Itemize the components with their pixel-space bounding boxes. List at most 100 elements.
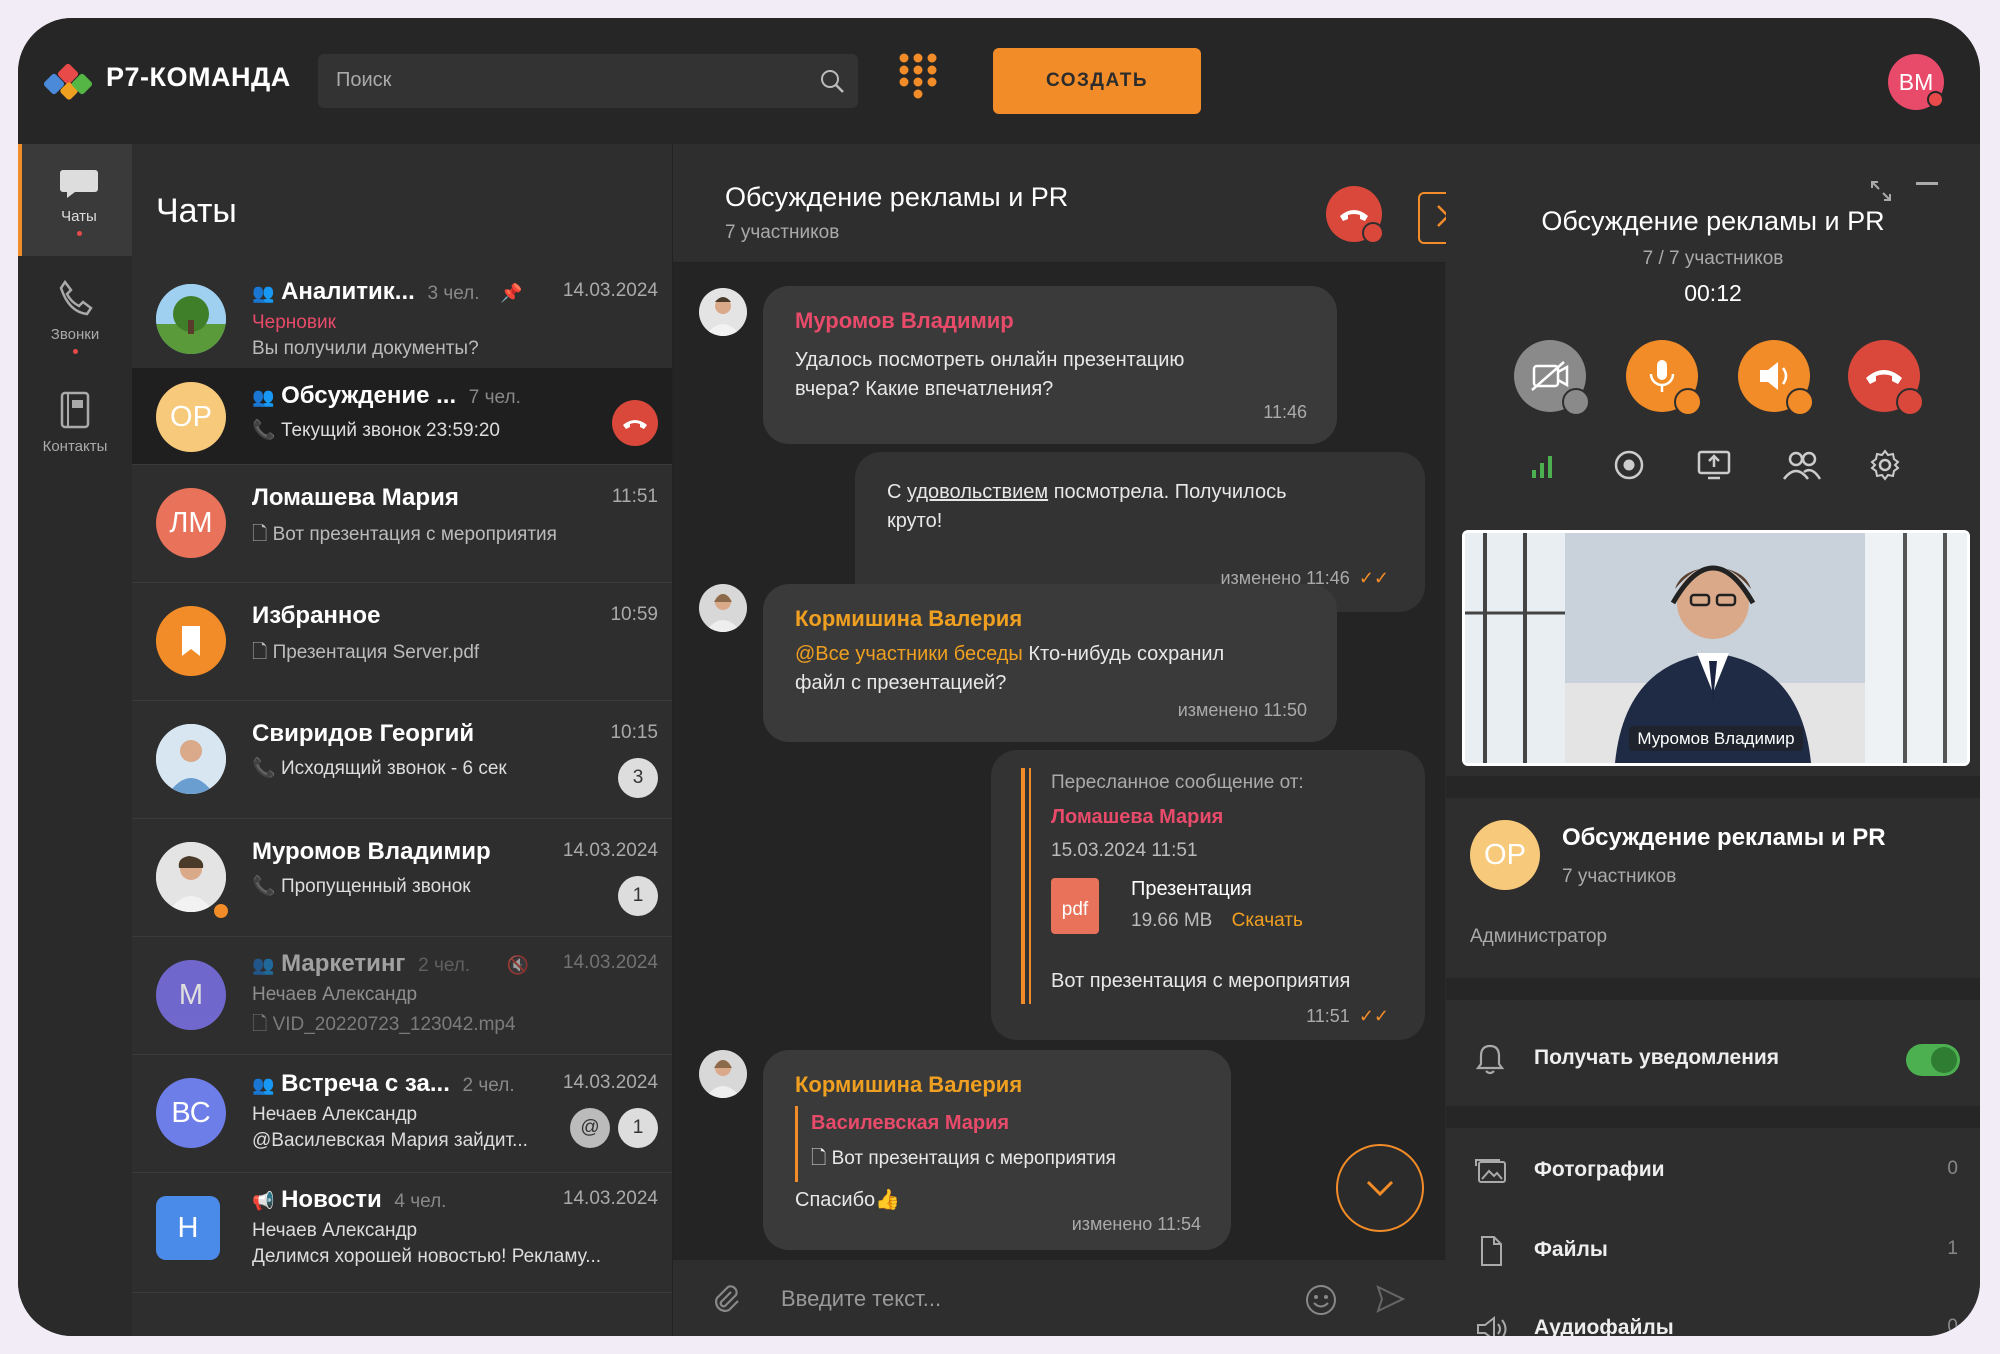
chat-item-muromov[interactable]: Муромов Владимир 14.03.2024 📞 Пропущенны… <box>132 818 672 937</box>
file-icon: 🗋 <box>252 1014 268 1035</box>
chat-avatar: М <box>156 960 226 1030</box>
hangup-icon <box>623 420 647 429</box>
mention-link[interactable]: @Все участники беседы <box>795 643 1023 665</box>
audio-row[interactable]: Аудиофайлы 0 <box>1446 1294 1980 1336</box>
notifications-row[interactable]: Получать уведомления <box>1446 1024 1980 1094</box>
speaker-options-icon[interactable] <box>1786 388 1814 416</box>
call-title: Обсуждение рекламы и PR <box>1541 206 1885 236</box>
message-time: 11:46 <box>1263 402 1307 422</box>
chat-name: Ломашева Мария <box>252 484 459 511</box>
author-avatar[interactable] <box>699 1050 747 1098</box>
chat-name: Свиридов Георгий <box>252 720 475 747</box>
apps-grid-icon[interactable] <box>898 52 938 102</box>
chat-avatar: ВС <box>156 1078 226 1148</box>
draft-label: Черновик <box>252 312 336 333</box>
separator <box>1446 1106 1980 1128</box>
files-row[interactable]: Файлы 1 <box>1446 1216 1980 1286</box>
nav-contacts[interactable]: Контакты <box>18 368 132 480</box>
message-author: Кормишина Валерия <box>795 606 1023 631</box>
chat-time: 14.03.2024 <box>562 1188 658 1209</box>
chat-avatar: ЛМ <box>156 488 226 558</box>
expand-icon[interactable] <box>1868 178 1894 204</box>
chat-name: 👥 Аналитик... 3 чел. 📌 <box>252 278 523 305</box>
author-avatar[interactable] <box>699 584 747 632</box>
message-author: Кормишина Валерия <box>795 1072 1023 1097</box>
forwarded-message-bubble[interactable]: Пересланное сообщение от: Ломашева Мария… <box>991 750 1425 1040</box>
muted-icon: 🔇 <box>506 955 530 975</box>
signal-strength-icon[interactable] <box>1526 448 1560 482</box>
camera-options-icon[interactable] <box>1562 388 1590 416</box>
file-meta: 19.66 MB Скачать <box>1131 910 1303 931</box>
download-link[interactable]: Скачать <box>1232 910 1303 931</box>
video-participant-name: Муромов Владимир <box>1465 726 1967 751</box>
forward-author[interactable]: Ломашева Мария <box>1051 806 1223 829</box>
chat-item-analytics[interactable]: 👥 Аналитик... 3 чел. 📌 14.03.2024 Чернов… <box>132 250 672 369</box>
author-avatar[interactable] <box>699 288 747 336</box>
participants-icon[interactable] <box>1782 448 1822 482</box>
group-icon: 👥 <box>252 283 275 303</box>
chat-name: 📢 Новости 4 чел. <box>252 1186 447 1213</box>
last-message: 🗋 Вот презентация с мероприятия <box>252 524 557 545</box>
chat-avatar: ОР <box>156 382 226 452</box>
call-timer: 00:12 <box>1684 280 1742 306</box>
chat-item-favorites[interactable]: Избранное 10:59 🗋 Презентация Server.pdf <box>132 582 672 701</box>
chat-item-sviridov[interactable]: Свиридов Георгий 10:15 📞 Исходящий звоно… <box>132 700 672 819</box>
forward-label: Пересланное сообщение от: <box>1051 772 1304 793</box>
last-author: Нечаев Александр <box>252 984 418 1005</box>
chat-avatar-photo <box>156 842 226 912</box>
message-bubble[interactable]: Муромов Владимир Удалось посмотреть онла… <box>763 286 1337 444</box>
speaker-button[interactable] <box>1738 340 1814 416</box>
hangup-button[interactable] <box>612 400 658 446</box>
microphone-options-icon[interactable] <box>1674 388 1702 416</box>
group-avatar: ОР <box>1470 820 1540 890</box>
scroll-down-button[interactable] <box>1336 1144 1424 1232</box>
record-icon[interactable] <box>1612 448 1646 482</box>
nav-chats[interactable]: Чаты <box>18 144 136 256</box>
files-count: 1 <box>1947 1238 1958 1259</box>
forward-date: 15.03.2024 11:51 <box>1051 840 1198 861</box>
emoji-icon[interactable] <box>1303 1282 1339 1318</box>
chat-name: 👥 Обсуждение ... 7 чел. <box>252 382 521 409</box>
message-input[interactable] <box>779 1278 1263 1320</box>
participant-video[interactable]: Муромов Владимир <box>1462 530 1970 766</box>
chat-item-lomasheva[interactable]: ЛМ Ломашева Мария 11:51 🗋 Вот презентаци… <box>132 464 672 583</box>
left-nav: Чаты Звонки Контакты <box>18 144 136 1336</box>
end-call-button[interactable] <box>1848 340 1924 416</box>
chat-item-marketing[interactable]: М 👥 Маркетинг 2 чел. 🔇 14.03.2024 Нечаев… <box>132 936 672 1055</box>
camera-toggle-button[interactable] <box>1514 340 1590 416</box>
reply-author[interactable]: Василевская Мария <box>811 1112 1009 1135</box>
minimize-icon[interactable] <box>1916 182 1938 185</box>
message-bubble[interactable]: Кормишина Валерия @Все участники беседы … <box>763 584 1337 742</box>
send-icon[interactable] <box>1373 1282 1407 1316</box>
screen-share-icon[interactable] <box>1696 448 1732 482</box>
audio-icon <box>1477 1315 1507 1336</box>
nav-calls[interactable]: Звонки <box>18 256 132 368</box>
search-input[interactable]: Поиск <box>318 54 858 108</box>
chat-time: 14.03.2024 <box>562 280 658 301</box>
chat-item-meeting[interactable]: ВС 👥 Встреча с за... 2 чел. 14.03.2024 Н… <box>132 1054 672 1173</box>
chat-item-discussion[interactable]: ОР 👥 Обсуждение ... 7 чел. 📞 Текущий зво… <box>132 368 672 465</box>
chat-time: 10:15 <box>610 722 658 743</box>
notifications-toggle[interactable] <box>1906 1044 1960 1076</box>
end-call-options-icon[interactable] <box>1896 388 1924 416</box>
group-icon: 👥 <box>252 1075 275 1095</box>
photos-row[interactable]: Фотографии 0 <box>1446 1136 1980 1206</box>
nav-contacts-label: Контакты <box>42 438 108 455</box>
settings-gear-icon[interactable] <box>1868 448 1902 482</box>
notifications-label: Получать уведомления <box>1534 1046 1780 1069</box>
bookmark-icon <box>182 626 200 656</box>
create-button[interactable]: СОЗДАТЬ <box>993 48 1201 114</box>
status-dot <box>1927 91 1944 108</box>
microphone-button[interactable] <box>1626 340 1702 416</box>
hangup-options-icon[interactable] <box>1362 222 1384 244</box>
message-bubble[interactable]: Кормишина Валерия Василевская Мария 🗋 Во… <box>763 1050 1231 1250</box>
user-role: Администратор <box>1470 926 1608 947</box>
chat-item-news[interactable]: Н 📢 Новости 4 чел. 14.03.2024 Нечаев Але… <box>132 1172 672 1293</box>
forward-bar-2 <box>1029 768 1031 1004</box>
user-avatar[interactable]: ВМ <box>1888 54 1944 110</box>
nav-calls-dot <box>72 349 78 354</box>
phone-small-icon: 📞 <box>252 758 276 779</box>
attach-icon[interactable] <box>709 1282 743 1316</box>
hangup-button[interactable] <box>1326 186 1384 244</box>
message-text: @Все участники беседы Кто-нибудь сохрани… <box>795 643 1225 694</box>
